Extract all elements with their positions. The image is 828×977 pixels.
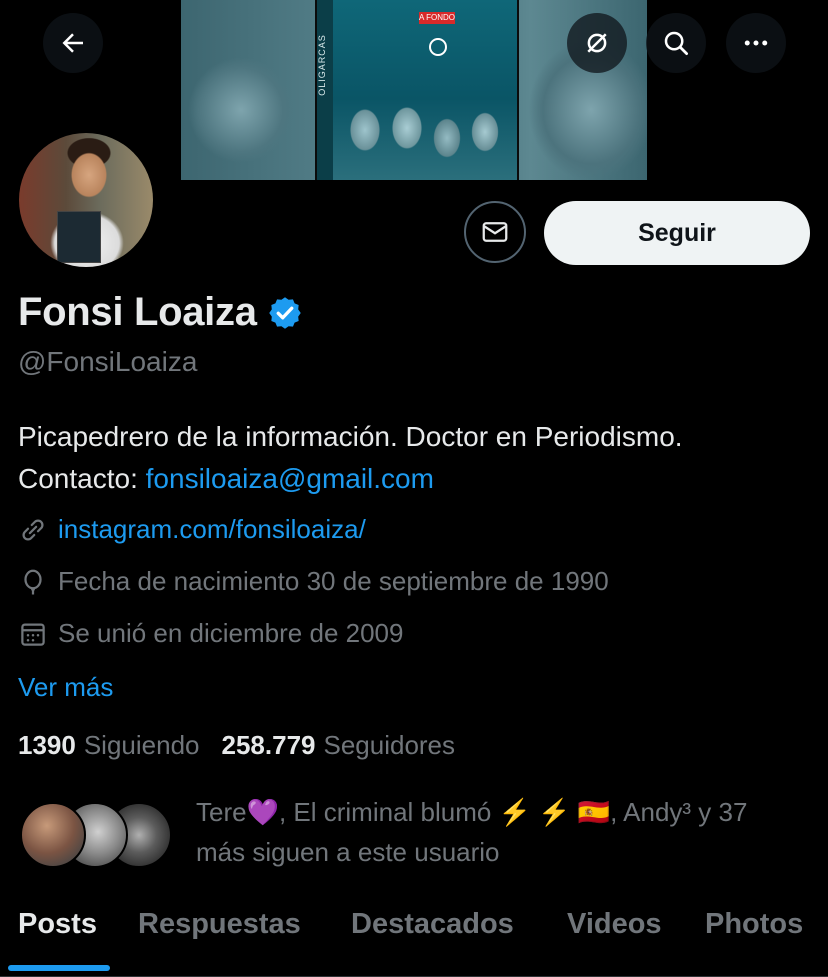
tab-videos[interactable]: Videos — [567, 908, 662, 941]
tab-posts[interactable]: Posts — [18, 908, 97, 941]
book-badge: A FONDO — [419, 12, 456, 24]
grok-icon — [587, 33, 607, 53]
followers-label: Seguidores — [323, 730, 456, 760]
followers-you-know-avatars[interactable] — [20, 802, 180, 870]
back-button[interactable] — [43, 13, 103, 73]
profile-tabs: Posts Respuestas Destacados Videos Photo… — [0, 900, 828, 977]
followers-you-know-text[interactable]: Tere💜, El criminal blumó ⚡️ ⚡️ 🇪🇸, Andy³… — [196, 792, 816, 872]
profile-bio: Picapedrero de la información. Doctor en… — [18, 416, 818, 500]
bio-contact-prefix: Contacto: — [18, 463, 146, 494]
envelope-icon — [482, 222, 508, 242]
tab-photos[interactable]: Photos — [705, 908, 803, 941]
birth-row: Fecha de nacimiento 30 de septiembre de … — [18, 566, 609, 597]
avatar-book — [57, 211, 101, 263]
follow-button[interactable]: Seguir — [544, 201, 810, 265]
more-button[interactable] — [726, 13, 786, 73]
verified-badge-icon[interactable] — [267, 295, 303, 331]
joined-row: Se unió en diciembre de 2009 — [18, 618, 403, 649]
followers-stat[interactable]: 258.779 Seguidores — [222, 730, 456, 761]
follow-stats: 1390 Siguiendo 258.779 Seguidores — [18, 730, 455, 761]
balloon-icon — [24, 569, 42, 594]
tab-respuestas[interactable]: Respuestas — [138, 908, 301, 941]
message-button[interactable] — [464, 201, 526, 263]
website-link[interactable]: instagram.com/fonsiloaiza/ — [58, 514, 366, 545]
followers-count: 258.779 — [221, 730, 316, 760]
grok-button[interactable] — [567, 13, 627, 73]
book-cover: OLIGARCAS A FONDO — [315, 0, 519, 180]
profile-handle: @FonsiLoaiza — [18, 346, 198, 377]
arrow-left-icon — [62, 33, 83, 53]
bio-email-link[interactable]: fonsiloaiza@gmail.com — [146, 463, 434, 494]
active-tab-indicator — [8, 965, 110, 971]
link-icon — [22, 518, 44, 541]
following-count: 1390 — [18, 730, 76, 760]
more-horizontal-icon — [744, 40, 768, 46]
see-more-link[interactable]: Ver más — [18, 672, 113, 703]
book-spine: OLIGARCAS — [317, 0, 333, 180]
avatar — [20, 802, 86, 868]
book-spine-text: OLIGARCAS — [316, 34, 327, 96]
following-label: Siguiendo — [83, 730, 200, 760]
book-faces-art — [335, 80, 515, 180]
calendar-icon — [21, 623, 45, 646]
avatar-image — [19, 133, 153, 267]
bio-contact-line: Contacto: fonsiloaiza@gmail.com — [18, 458, 818, 500]
publisher-logo — [429, 38, 447, 56]
search-icon — [664, 31, 688, 55]
joined-date: Se unió en diciembre de 2009 — [58, 618, 404, 648]
profile-name: Fonsi Loaiza — [18, 290, 257, 334]
followers-you-know-line: Tere💜, El criminal blumó ⚡️ ⚡️ 🇪🇸, Andy³… — [196, 797, 748, 827]
tab-destacados[interactable]: Destacados — [351, 908, 514, 941]
followers-you-know-line: más siguen a este usuario — [196, 837, 500, 867]
birth-date: Fecha de nacimiento 30 de septiembre de … — [58, 566, 609, 596]
bio-line: Picapedrero de la información. Doctor en… — [18, 421, 683, 452]
search-button[interactable] — [646, 13, 706, 73]
profile-name-row: Fonsi Loaiza — [18, 290, 303, 335]
profile-avatar[interactable] — [14, 128, 158, 272]
website-row: instagram.com/fonsiloaiza/ — [18, 514, 366, 545]
following-stat[interactable]: 1390 Siguiendo — [18, 730, 200, 761]
